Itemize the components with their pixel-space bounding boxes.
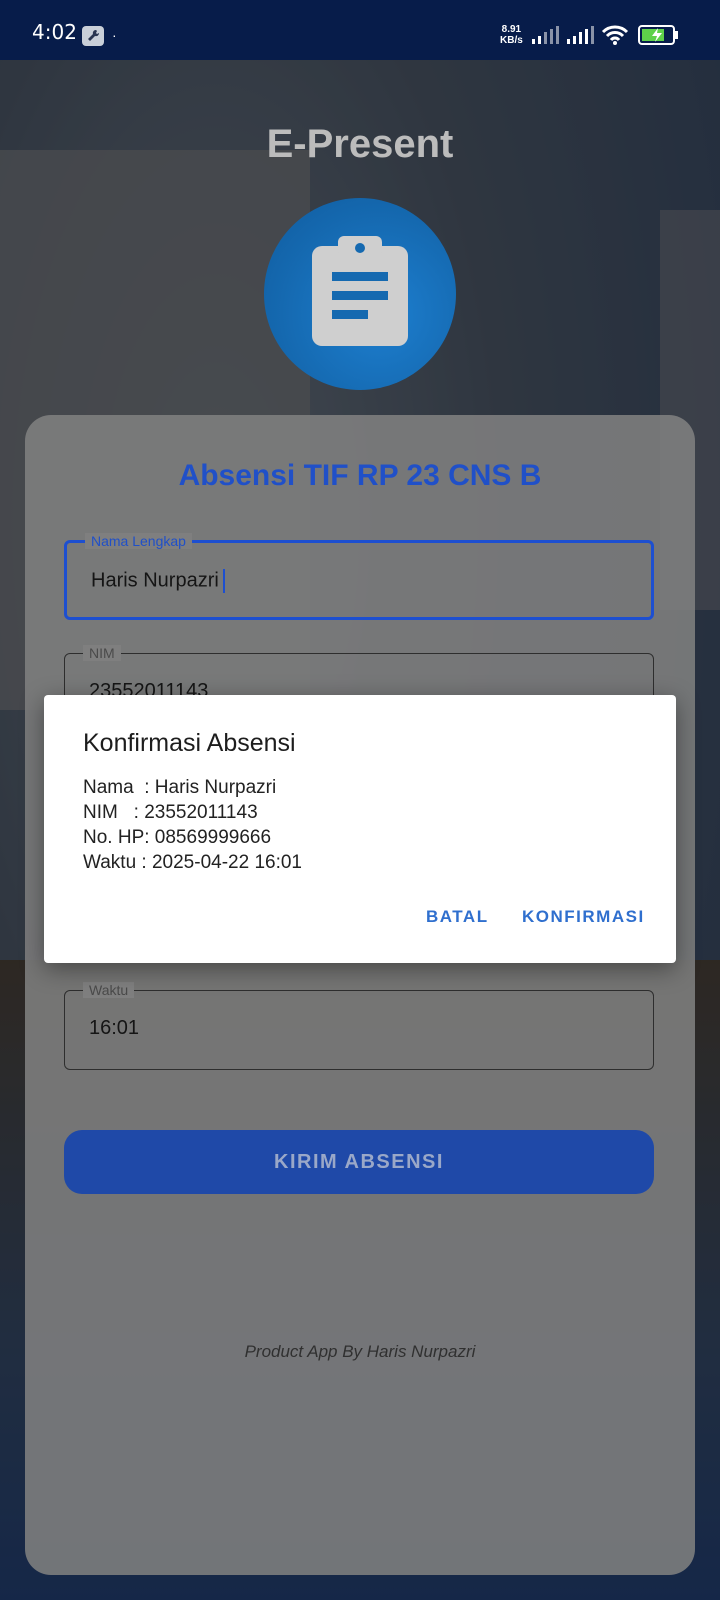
signal-icon [532,26,559,44]
wifi-icon [601,25,629,45]
dialog-line-nim: NIM : 23552011143 [83,802,258,823]
dialog-line-name: Nama : Haris Nurpazri [83,777,277,798]
network-speed-value: 8.91 [501,24,522,35]
status-time: 4:02 [32,20,77,44]
network-speed-unit: KB/s [500,35,523,46]
notification-dot: · [112,27,117,43]
dialog-line-time: Waktu : 2025-04-22 16:01 [83,852,302,873]
network-speed: 8.91 KB/s [500,24,523,46]
dialog-body: Nama : Haris Nurpazri NIM : 23552011143 … [83,775,302,875]
dialog-line-phone: No. HP: 08569999666 [83,827,272,848]
battery-charging-icon [638,25,678,45]
dialog-title: Konfirmasi Absensi [83,729,296,757]
confirm-button[interactable]: KONFIRMASI [522,907,645,927]
wrench-icon [82,26,104,46]
status-bar: 4:02 · 8.91 KB/s [0,0,720,60]
confirmation-dialog: Konfirmasi Absensi Nama : Haris Nurpazri… [44,695,676,963]
cancel-button[interactable]: BATAL [426,907,489,927]
signal-icon-2 [567,26,594,44]
